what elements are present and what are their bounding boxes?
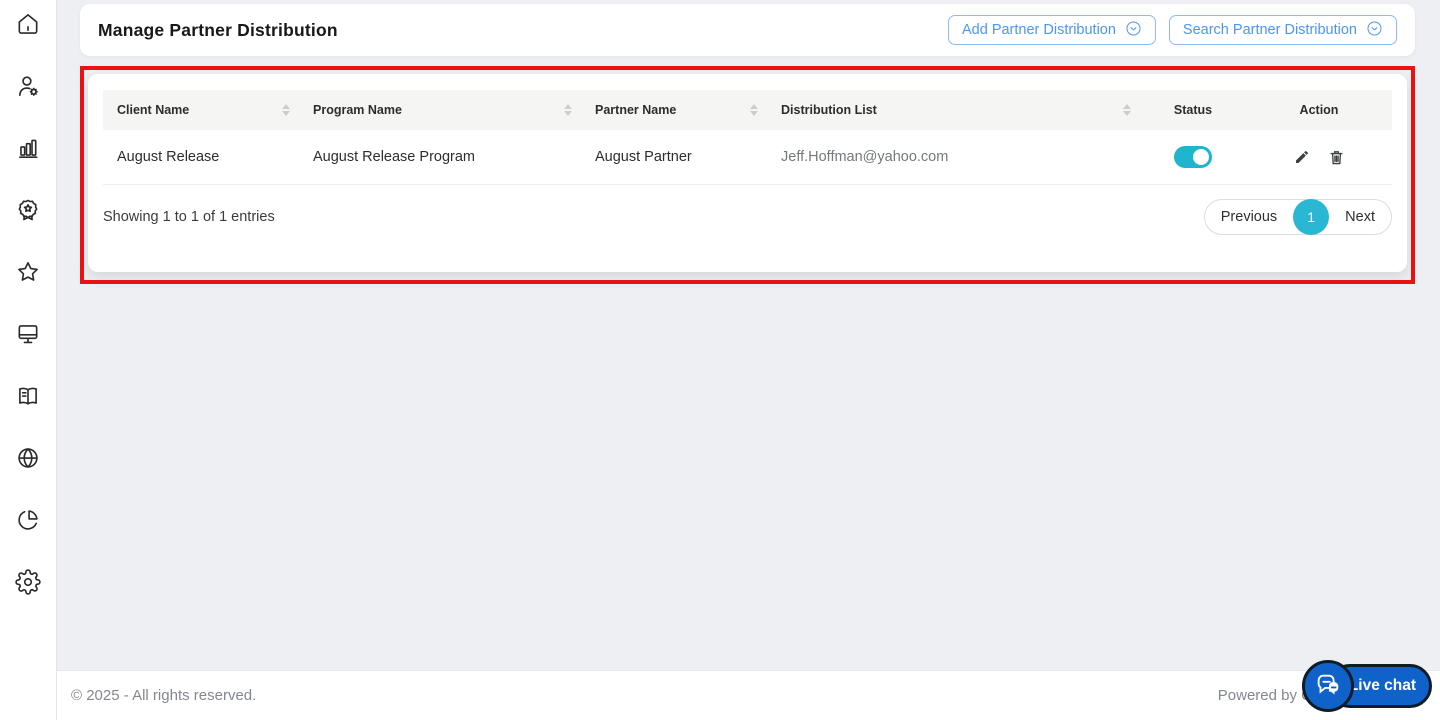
- highlighted-region: Client Name Program Name Partner Name Di…: [80, 66, 1415, 284]
- pagination: Previous 1 Next: [1203, 199, 1392, 235]
- pencil-icon: [1294, 149, 1310, 165]
- live-chat-bubble-icon[interactable]: [1302, 660, 1354, 712]
- bar-chart-icon[interactable]: [15, 135, 41, 161]
- table-footer: Showing 1 to 1 of 1 entries Previous 1 N…: [103, 199, 1392, 235]
- live-chat-widget[interactable]: Live chat: [1302, 660, 1432, 712]
- status-toggle[interactable]: [1174, 146, 1212, 168]
- page-title: Manage Partner Distribution: [98, 19, 338, 40]
- trash-icon: [1328, 149, 1345, 166]
- sort-icon[interactable]: [1123, 104, 1131, 116]
- cell-status: [1140, 146, 1246, 168]
- star-icon[interactable]: [15, 259, 41, 285]
- sort-icon[interactable]: [282, 104, 290, 116]
- cell-program-name: August Release Program: [313, 149, 475, 165]
- partner-distribution-table-card: Client Name Program Name Partner Name Di…: [88, 74, 1407, 272]
- user-settings-icon[interactable]: [15, 73, 41, 99]
- monitor-icon[interactable]: [15, 321, 41, 347]
- book-icon[interactable]: [15, 383, 41, 409]
- column-header-program-name[interactable]: Program Name: [299, 103, 581, 117]
- column-header-status: Status: [1173, 103, 1213, 117]
- globe-icon[interactable]: [15, 445, 41, 471]
- cell-action: [1246, 149, 1392, 166]
- home-icon[interactable]: [15, 11, 41, 37]
- next-page-button[interactable]: Next: [1329, 199, 1391, 235]
- header-buttons: Add Partner Distribution Search Partner …: [947, 15, 1397, 45]
- copyright-text: © 2025 - All rights reserved.: [71, 687, 257, 704]
- edit-button[interactable]: [1294, 149, 1310, 165]
- previous-page-button[interactable]: Previous: [1205, 199, 1293, 235]
- column-header-distribution-list[interactable]: Distribution List: [767, 103, 1140, 117]
- add-partner-distribution-button[interactable]: Add Partner Distribution: [947, 15, 1156, 45]
- column-header-client-name[interactable]: Client Name: [103, 103, 299, 117]
- pie-chart-icon[interactable]: [15, 507, 41, 533]
- search-partner-distribution-label: Search Partner Distribution: [1182, 22, 1357, 38]
- sidebar: [0, 0, 57, 720]
- sort-icon[interactable]: [750, 104, 758, 116]
- settings-gear-icon[interactable]: [15, 569, 41, 595]
- cell-distribution-list: Jeff.Hoffman@yahoo.com: [781, 149, 949, 165]
- table-row: August Release August Release Program Au…: [103, 130, 1392, 185]
- chevron-down-circle-icon: [1366, 20, 1383, 41]
- powered-by-text: Powered by C: [1217, 687, 1312, 704]
- chevron-down-circle-icon: [1125, 20, 1142, 41]
- cell-client-name: August Release: [117, 149, 220, 165]
- award-badge-icon[interactable]: [15, 197, 41, 223]
- table-header-row: Client Name Program Name Partner Name Di…: [103, 90, 1392, 130]
- page-header: Manage Partner Distribution Add Partner …: [80, 4, 1415, 56]
- current-page-button[interactable]: 1: [1293, 199, 1330, 235]
- sort-icon[interactable]: [564, 104, 572, 116]
- entries-summary: Showing 1 to 1 of 1 entries: [103, 209, 275, 225]
- column-header-partner-name[interactable]: Partner Name: [581, 103, 767, 117]
- search-partner-distribution-button[interactable]: Search Partner Distribution: [1168, 15, 1397, 45]
- footer: © 2025 - All rights reserved. Powered by…: [57, 670, 1440, 720]
- toggle-knob: [1193, 149, 1209, 165]
- live-chat-label: Live chat: [1348, 677, 1416, 694]
- add-partner-distribution-label: Add Partner Distribution: [961, 22, 1116, 38]
- delete-button[interactable]: [1328, 149, 1345, 166]
- cell-partner-name: August Partner: [595, 149, 692, 165]
- column-header-action: Action: [1299, 103, 1339, 117]
